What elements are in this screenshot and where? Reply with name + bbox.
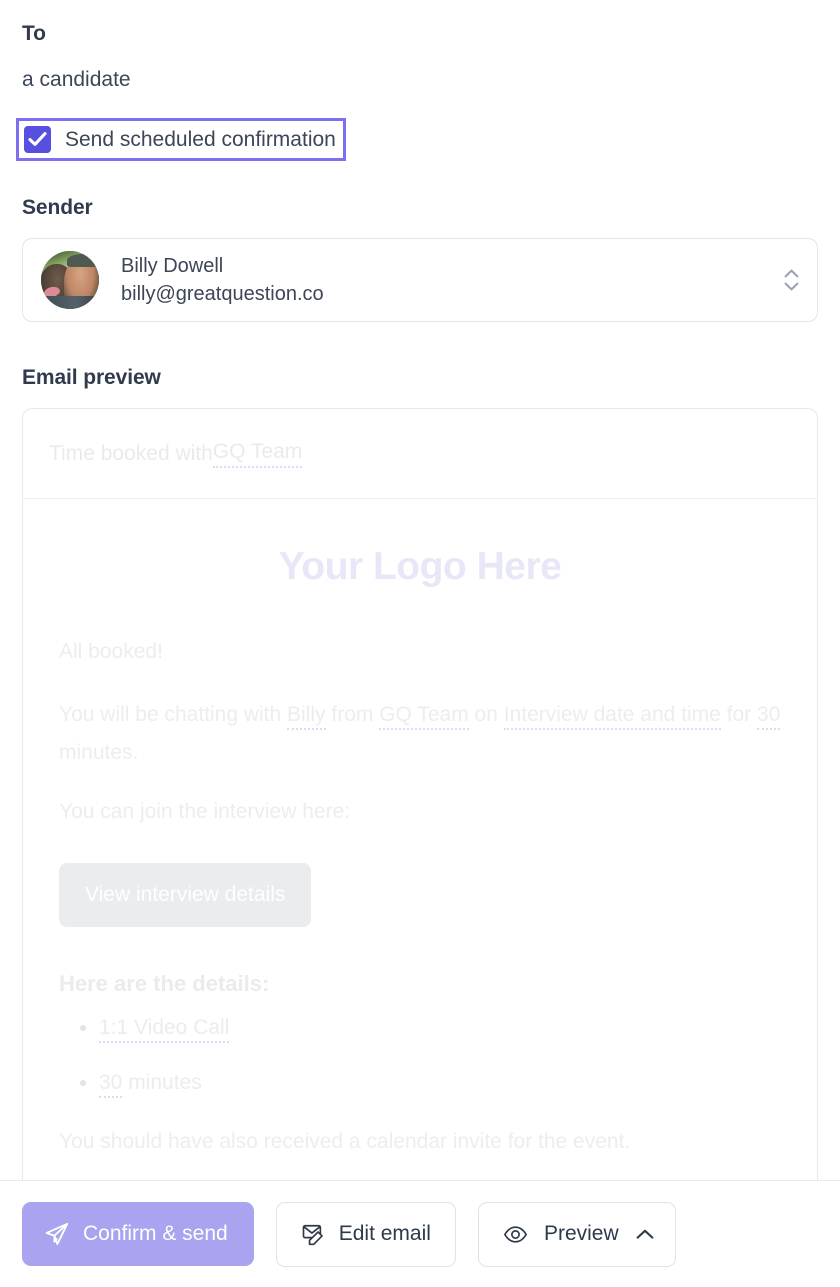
preview-button[interactable]: Preview [477,1201,676,1267]
p1-part2: from [325,703,380,727]
sender-details: Billy Dowell billy@greatquestion.co [121,252,324,309]
view-interview-details-button[interactable]: View interview details [59,862,312,927]
scroll-content: To a candidate Send scheduled confirmati… [0,0,840,1180]
details-heading: Here are the details: [59,970,270,996]
email-paragraph-1: You will be chatting with Billy from GQ … [59,696,781,771]
avatar [41,251,99,309]
email-body: Your Logo Here All booked! You will be c… [23,499,817,1180]
logo-placeholder: Your Logo Here [278,545,562,588]
eye-icon [503,1222,528,1247]
checkbox-label: Send scheduled confirmation [65,127,336,151]
checkbox-checked-icon[interactable] [24,126,51,153]
email-preview-card: Time booked with GQ Team Your Logo Here … [22,408,818,1180]
to-recipient-value: a candidate [22,68,131,91]
email-subject-line: Time booked with GQ Team [23,409,817,499]
edit-email-button[interactable]: Edit email [275,1201,456,1267]
details-list: 1:1 Video Call 30 minutes [59,1013,781,1098]
email-greeting: All booked! [59,640,163,663]
p1-token-datetime: Interview date and time [503,703,721,731]
detail-token-type: 1:1 Video Call [99,1015,230,1043]
chevron-up-down-icon[interactable] [784,269,799,291]
p1-token-duration: 30 [757,703,781,731]
sender-name: Billy Dowell [121,254,224,277]
action-bar: Confirm & send Edit email Preview [0,1180,840,1287]
envelope-pencil-icon [301,1222,326,1247]
detail-suffix-duration: minutes [122,1070,202,1094]
p1-token-team: GQ Team [379,703,469,731]
email-preview-label: Email preview [22,366,161,389]
p1-token-sender: Billy [287,703,326,731]
sender-email: billy@greatquestion.co [121,283,324,305]
send-scheduled-confirmation-checkbox-row[interactable]: Send scheduled confirmation [16,118,346,161]
email-paragraph-2: You can join the interview here: [59,800,351,824]
list-item: 30 minutes [99,1068,781,1098]
email-confirmation-panel: To a candidate Send scheduled confirmati… [0,0,840,1287]
preview-label: Preview [543,1222,619,1245]
subject-prefix: Time booked with [49,441,213,465]
chevron-up-icon[interactable] [635,1228,655,1241]
confirm-send-label: Confirm & send [83,1222,228,1245]
p1-part5: minutes. [59,740,139,764]
detail-token-duration: 30 [99,1070,123,1098]
paper-plane-icon [44,1221,70,1247]
sender-label: Sender [22,196,93,219]
p1-part3: on [468,703,504,727]
subject-token: GQ Team [212,440,303,468]
to-label: To [22,22,46,45]
list-item: 1:1 Video Call [99,1013,781,1043]
p1-part4: for [720,703,758,727]
confirm-send-button[interactable]: Confirm & send [22,1202,254,1266]
p1-part1: You will be chatting with [59,703,288,727]
edit-email-label: Edit email [338,1222,431,1245]
sender-select[interactable]: Billy Dowell billy@greatquestion.co [22,238,818,322]
email-paragraph-3: You should have also received a calendar… [59,1130,631,1154]
